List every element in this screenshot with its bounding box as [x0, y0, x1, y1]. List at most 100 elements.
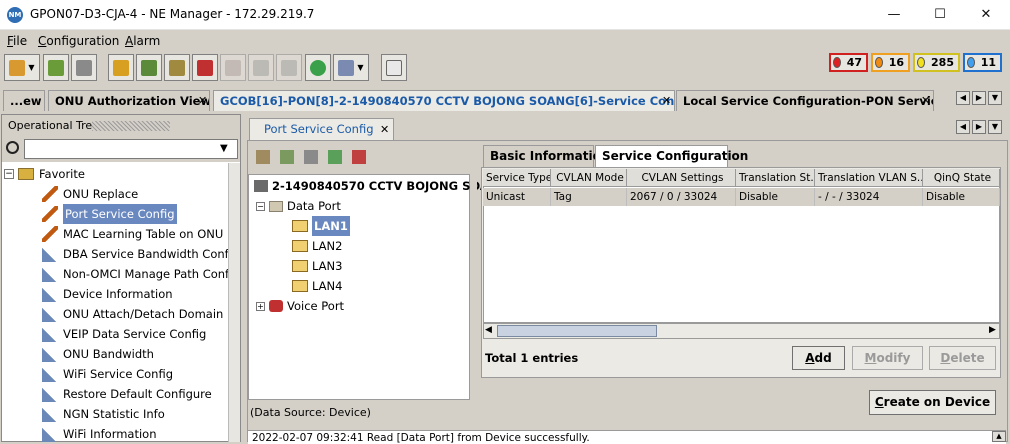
table-cell[interactable]: - / - / 33024: [815, 188, 923, 206]
close-tab-icon[interactable]: ✕: [921, 94, 930, 107]
search-icon[interactable]: [6, 141, 19, 154]
table-header[interactable]: CVLAN Mode: [551, 169, 627, 187]
toolbar-edit[interactable]: [108, 54, 134, 81]
tree-item[interactable]: NGN Statistic Info: [42, 404, 165, 424]
add-button[interactable]: Add: [792, 346, 845, 370]
port-tool-icon-1[interactable]: [256, 150, 270, 164]
voice-port-label: Voice Port: [287, 299, 345, 313]
port-tree-lan1[interactable]: LAN1: [292, 216, 350, 236]
tree-item[interactable]: Non-OMCI Manage Path Config: [42, 264, 240, 284]
port-tree-root[interactable]: 2-1490840570 CCTV BOJONG SOANG: [254, 176, 508, 196]
tab-scroll-left-icon[interactable]: ◀: [956, 91, 970, 105]
port-tree-lan4[interactable]: LAN4: [292, 276, 342, 296]
toolbar-disabled-3[interactable]: [276, 54, 302, 81]
port-tool-icon-5[interactable]: [352, 150, 366, 164]
table-header[interactable]: QinQ State: [923, 169, 1000, 187]
panel-grip[interactable]: [92, 121, 170, 131]
plug-icon: [42, 326, 58, 342]
tab-local-service[interactable]: Local Service Configuration-PON Service: [676, 90, 934, 111]
scroll-right-icon[interactable]: ▶: [989, 325, 996, 335]
alarm-critical-counter[interactable]: 47: [829, 53, 868, 72]
inner-tab-list-icon[interactable]: ▼: [988, 120, 1002, 134]
port-tool-icon-4[interactable]: [328, 150, 342, 164]
tree-item[interactable]: ONU Replace: [42, 184, 138, 204]
toolbar-globe[interactable]: [305, 54, 331, 81]
tree-item-label: Restore Default Configure: [63, 387, 212, 401]
close-tab-icon[interactable]: ✕: [380, 123, 389, 136]
collapse-icon[interactable]: −: [256, 201, 265, 211]
tree-item[interactable]: WiFi Information: [42, 424, 157, 444]
tab-port-service-config[interactable]: Port Service Config: [249, 118, 394, 140]
table-cell[interactable]: Disable: [736, 188, 815, 206]
table-cell[interactable]: Unicast: [483, 188, 551, 206]
toolbar-refresh[interactable]: [43, 54, 69, 81]
port-tree-data-port[interactable]: − Data Port: [256, 196, 341, 216]
tree-favorite[interactable]: − Favorite: [4, 164, 85, 184]
alarm-warning-counter[interactable]: 11: [963, 53, 1002, 72]
toolbar-notes[interactable]: [381, 54, 407, 81]
scroll-left-icon[interactable]: ◀: [485, 325, 492, 335]
inner-tab-scroll-left-icon[interactable]: ◀: [956, 120, 970, 134]
maximize-button[interactable]: ☐: [917, 0, 963, 30]
tree-item[interactable]: DBA Service Bandwidth Config: [42, 244, 239, 264]
tree-item[interactable]: ONU Attach/Detach Domain: [42, 304, 223, 324]
tree-item[interactable]: Device Information: [42, 284, 173, 304]
tab-list-icon[interactable]: ▼: [988, 91, 1002, 105]
table-cell[interactable]: 2067 / 0 / 33024: [627, 188, 736, 206]
close-tab-icon[interactable]: ✕: [198, 94, 207, 107]
expand-icon[interactable]: +: [256, 301, 265, 311]
delete-button[interactable]: Delete: [929, 346, 996, 370]
collapse-icon[interactable]: −: [4, 169, 14, 179]
minimize-button[interactable]: —: [871, 0, 917, 30]
toolbar-modify-device[interactable]: [164, 54, 190, 81]
toolbar-delete-device[interactable]: [192, 54, 218, 81]
tab-label: Port Service Config: [264, 122, 374, 136]
port-tree-lan2[interactable]: LAN2: [292, 236, 342, 256]
port-tree-lan3[interactable]: LAN3: [292, 256, 342, 276]
port-tree-voice-port[interactable]: + Voice Port: [256, 296, 344, 316]
search-input[interactable]: [24, 139, 238, 159]
table-header[interactable]: Translation St...: [736, 169, 815, 187]
toolbar-device[interactable]: [71, 54, 97, 81]
create-on-device-button[interactable]: Create on Device: [869, 390, 996, 415]
toolbar-disabled-2[interactable]: [248, 54, 274, 81]
port-tool-icon-2[interactable]: [280, 150, 294, 164]
subtab-service-configuration[interactable]: Service Configuration: [595, 145, 748, 167]
table-cell[interactable]: Disable: [923, 188, 1000, 206]
tree-scrollbar[interactable]: [228, 163, 240, 442]
table-header[interactable]: Service Type: [483, 169, 551, 187]
tree-item[interactable]: Restore Default Configure: [42, 384, 212, 404]
alarm-minor-counter[interactable]: 285: [913, 53, 960, 72]
tab-scroll-right-icon[interactable]: ▶: [972, 91, 986, 105]
table-header[interactable]: Translation VLAN S...: [815, 169, 923, 187]
toolbar-disabled-1[interactable]: [220, 54, 246, 81]
scroll-thumb[interactable]: [497, 325, 657, 337]
modify-button[interactable]: Modify: [852, 346, 923, 370]
table-cell[interactable]: Tag: [551, 188, 627, 206]
tree-item[interactable]: VEIP Data Service Config: [42, 324, 206, 344]
tab-onu-authorization[interactable]: ONU Authorization View: [48, 90, 210, 111]
toolbar-config-dropdown[interactable]: ▼: [4, 54, 40, 81]
subtab-basic-information[interactable]: Basic Information: [483, 145, 609, 167]
menu-configuration[interactable]: Configuration: [38, 34, 119, 48]
table-header[interactable]: CVLAN Settings: [627, 169, 736, 187]
splitter[interactable]: [471, 144, 477, 424]
menu-file[interactable]: File: [7, 34, 27, 48]
toolbar-add-device[interactable]: [136, 54, 162, 81]
tree-item[interactable]: ONU Bandwidth: [42, 344, 154, 364]
inner-tab-scroll-right-icon[interactable]: ▶: [972, 120, 986, 134]
close-tab-icon[interactable]: ✕: [662, 94, 671, 107]
tree-item[interactable]: Port Service Config: [42, 204, 177, 224]
tree-item[interactable]: WiFi Service Config: [42, 364, 173, 384]
status-scroll-up-icon[interactable]: ▲: [992, 431, 1006, 442]
tree-item[interactable]: MAC Learning Table on ONU: [42, 224, 223, 244]
menu-alarm[interactable]: Alarm: [125, 34, 160, 48]
tab-overview[interactable]: ...ew: [3, 90, 45, 111]
close-button[interactable]: ✕: [963, 0, 1009, 30]
alarm-major-counter[interactable]: 16: [871, 53, 910, 72]
search-dropdown-icon[interactable]: ▼: [220, 143, 228, 154]
toolbar-report-dropdown[interactable]: ▼: [333, 54, 369, 81]
tab-service-configuration[interactable]: GCOB[16]-PON[8]-2-1490840570 CCTV BOJONG…: [213, 90, 675, 111]
port-tool-icon-3[interactable]: [304, 150, 318, 164]
tab-label: ...ew: [10, 94, 42, 108]
